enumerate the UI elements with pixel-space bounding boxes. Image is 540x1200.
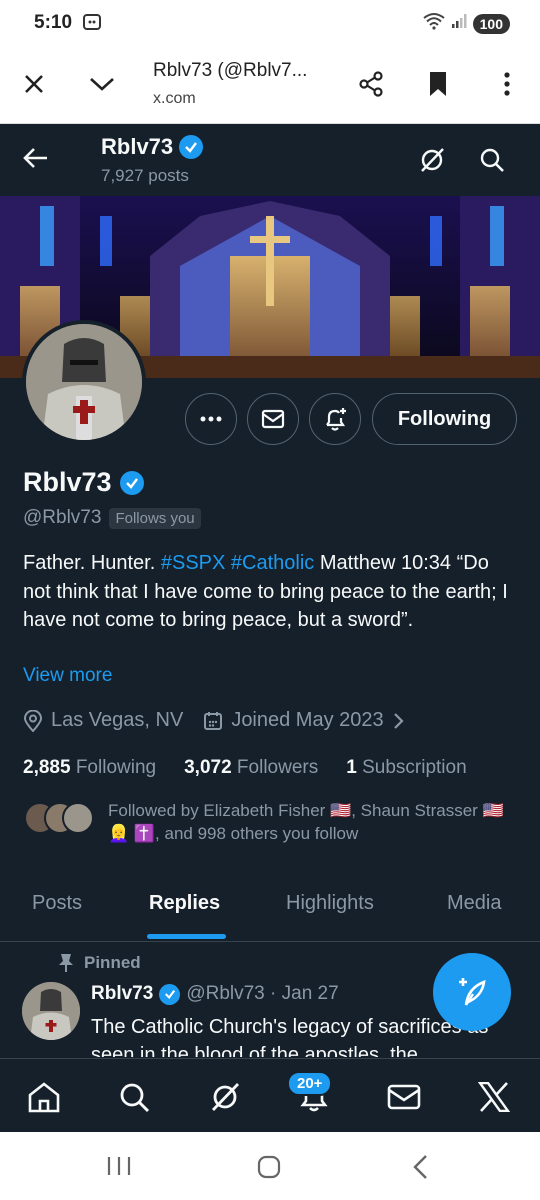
calendar-icon: [204, 711, 223, 730]
back-button-icon[interactable]: [411, 1154, 429, 1185]
subscription-label: Subscription: [362, 757, 467, 778]
following-count-link[interactable]: 2,885 Following: [23, 757, 156, 779]
recent-apps-icon[interactable]: [106, 1156, 132, 1181]
x-logo-icon[interactable]: [474, 1077, 514, 1117]
page-url: x.com: [153, 90, 196, 107]
tweet-header: Rblv73 @Rblv73 · Jan 27: [91, 983, 339, 1005]
location: Las Vegas, NV: [23, 709, 183, 732]
battery-indicator: 100: [472, 13, 510, 34]
verified-badge-icon: [179, 135, 204, 159]
profile-avatar[interactable]: [22, 320, 146, 444]
post-count: 7,927 posts: [101, 166, 189, 185]
view-more-link[interactable]: View more: [23, 665, 112, 687]
joined-text: Joined May 2023: [231, 709, 384, 731]
tab-replies[interactable]: Replies: [149, 892, 220, 915]
compose-post-button[interactable]: [433, 953, 511, 1031]
follows-you-badge: Follows you: [109, 507, 201, 529]
feather-plus-icon: [459, 978, 486, 1006]
chevron-right-icon: [393, 712, 404, 729]
grok-icon[interactable]: [418, 146, 446, 179]
tweet-meta: @Rblv73 · Jan 27: [186, 983, 339, 1004]
search-icon[interactable]: [114, 1077, 154, 1117]
pinned-text: Pinned: [84, 953, 141, 972]
joined-date[interactable]: Joined May 2023: [203, 709, 404, 732]
profile-tabs: Posts Replies Highlights Media: [0, 870, 540, 942]
profile-stats: 2,885 Following 3,072 Followers 1 Subscr…: [23, 757, 467, 779]
followed-by-avatars[interactable]: [24, 802, 94, 834]
pin-icon: [59, 954, 73, 972]
tab-highlights[interactable]: Highlights: [286, 892, 374, 915]
share-icon[interactable]: [353, 66, 389, 102]
tweet-author-name[interactable]: Rblv73: [91, 983, 153, 1005]
subscription-count: 1: [346, 757, 357, 778]
message-button[interactable]: [247, 393, 299, 445]
grok-icon[interactable]: [205, 1077, 245, 1117]
hashtag-link[interactable]: #Catholic: [231, 552, 314, 574]
wifi-icon: [423, 12, 445, 35]
back-arrow-icon[interactable]: [22, 146, 50, 175]
profile-bio: Father. Hunter. #SSPX #Catholic Matthew …: [23, 549, 513, 635]
tab-posts[interactable]: Posts: [32, 892, 82, 915]
followed-by-text[interactable]: Followed by Elizabeth Fisher 🇺🇸, Shaun S…: [108, 799, 528, 845]
bottom-navigation: 20+: [0, 1058, 540, 1132]
bell-plus-icon: [326, 408, 346, 431]
profile-name: Rblv73: [23, 467, 144, 498]
system-navigation-bar: [0, 1132, 540, 1200]
subscriptions-link[interactable]: 1 Subscription: [346, 757, 466, 779]
home-button-icon[interactable]: [257, 1155, 281, 1184]
profile-handle-row: @Rblv73 Follows you: [23, 507, 201, 529]
status-bar: 5:10 100: [0, 0, 540, 48]
hashtag-link[interactable]: #SSPX: [161, 552, 225, 574]
tweet-avatar[interactable]: [22, 982, 80, 1040]
signal-icon: [451, 13, 467, 34]
followers-label: Followers: [236, 757, 319, 778]
notify-button[interactable]: [309, 393, 361, 445]
location-text: Las Vegas, NV: [51, 709, 184, 731]
bio-text: Father. Hunter.: [23, 552, 161, 574]
pinned-label: Pinned: [58, 953, 141, 973]
profile-name-text: Rblv73: [23, 467, 112, 497]
header-name-text: Rblv73: [101, 134, 174, 159]
following-count: 2,885: [23, 757, 71, 778]
tab-media[interactable]: Media: [447, 892, 501, 915]
header-name: Rblv73: [101, 134, 204, 160]
profile-header: Rblv73 7,927 posts: [0, 124, 540, 196]
page-title: Rblv73 (@Rblv7...: [153, 60, 308, 81]
active-tab-indicator: [147, 934, 226, 939]
avatar: [62, 802, 94, 834]
profile-handle: @Rblv73: [23, 507, 102, 528]
profile-meta: Las Vegas, NV Joined May 2023: [23, 709, 404, 732]
verified-badge-icon: [119, 470, 144, 495]
more-horizontal-icon: [200, 416, 222, 422]
close-icon[interactable]: [16, 66, 52, 102]
messages-envelope-icon[interactable]: [384, 1077, 424, 1117]
notifications-badge: 20+: [287, 1071, 333, 1096]
bookmark-icon[interactable]: [420, 66, 456, 102]
screenshot-notification-icon: [82, 12, 102, 37]
status-time: 5:10: [34, 12, 73, 33]
more-options-button[interactable]: [185, 393, 237, 445]
search-icon[interactable]: [478, 146, 506, 179]
home-icon[interactable]: [24, 1077, 64, 1117]
envelope-icon: [261, 409, 285, 429]
following-label: Following: [75, 757, 157, 778]
following-button[interactable]: Following: [372, 393, 517, 445]
more-vertical-icon[interactable]: [489, 66, 525, 102]
followers-count: 3,072: [184, 757, 232, 778]
followers-count-link[interactable]: 3,072 Followers: [184, 757, 318, 779]
location-pin-icon: [23, 709, 43, 732]
chevron-down-icon[interactable]: [84, 66, 120, 102]
verified-badge-icon: [159, 983, 181, 1005]
browser-toolbar: Rblv73 (@Rblv7... x.com: [0, 48, 540, 124]
